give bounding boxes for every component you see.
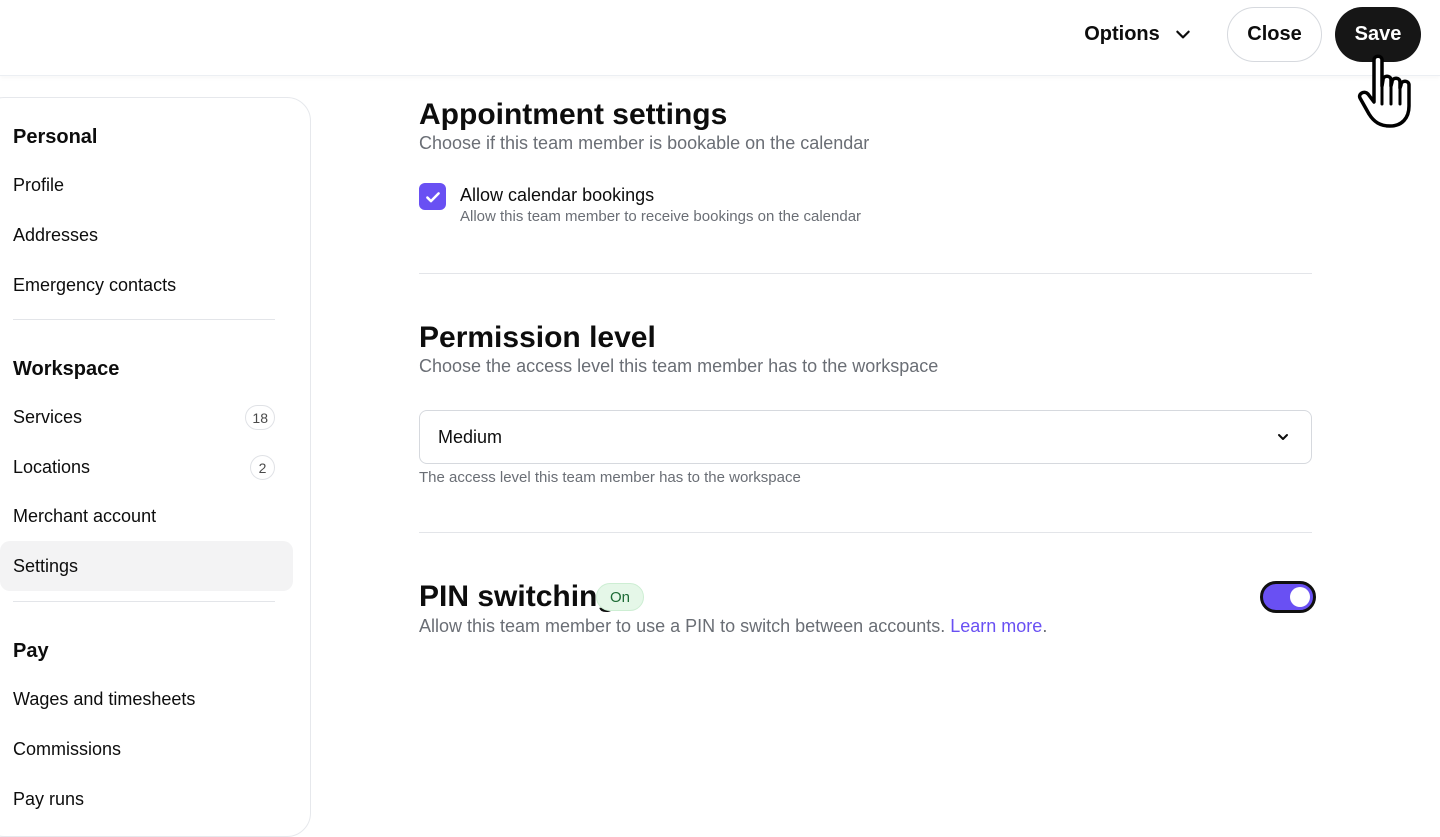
top-bar: Options Close Save: [0, 0, 1440, 76]
sidebar-item-addresses[interactable]: Addresses: [0, 210, 293, 260]
chevron-down-icon: [1176, 30, 1190, 39]
sidebar-item-label: Settings: [13, 555, 79, 576]
sidebar-item-merchant-account[interactable]: Merchant account: [0, 491, 293, 541]
checkbox-label[interactable]: Allow calendar bookings: [460, 185, 654, 206]
select-help-text: The access level this team member has to…: [419, 469, 801, 486]
sidebar-item-services[interactable]: Services 18: [0, 392, 293, 442]
sidebar-item-label: Profile: [13, 174, 65, 195]
sidebar-item-label: Wages and timesheets: [13, 688, 196, 709]
select-value: Medium: [438, 426, 503, 447]
appointment-settings-subtitle: Choose if this team member is bookable o…: [419, 133, 870, 153]
permission-level-select[interactable]: Medium: [419, 410, 1312, 464]
sidebar-item-pay-runs[interactable]: Pay runs: [0, 774, 293, 824]
sidebar-item-profile[interactable]: Profile: [0, 160, 293, 210]
link-suffix: .: [1042, 616, 1048, 636]
sidebar-item-label: Commissions: [13, 738, 122, 759]
sidebar-item-label: Merchant account: [13, 505, 157, 526]
section-heading-pay: Pay: [13, 640, 49, 662]
sidebar-item-label: Addresses: [13, 224, 99, 245]
count-badge: 18: [245, 405, 275, 430]
section-heading-workspace: Workspace: [13, 358, 120, 380]
appointment-settings-title: Appointment settings: [419, 98, 728, 131]
chevron-down-icon: [1278, 434, 1288, 440]
options-button[interactable]: Options: [1070, 10, 1206, 58]
sidebar-item-label: Locations: [13, 456, 91, 477]
status-badge: On: [596, 583, 645, 611]
section-divider: [419, 532, 1312, 533]
permission-level-subtitle: Choose the access level this team member…: [419, 356, 939, 376]
save-button[interactable]: Save: [1335, 7, 1421, 62]
pin-switching-toggle[interactable]: [1260, 581, 1316, 613]
sidebar-item-settings[interactable]: Settings: [0, 541, 293, 591]
section-heading-personal: Personal: [13, 126, 98, 148]
sidebar-item-label: Pay runs: [13, 788, 85, 809]
count-badge: 2: [250, 455, 275, 480]
sidebar-item-commissions[interactable]: Commissions: [0, 724, 293, 774]
permission-level-title: Permission level: [419, 321, 656, 354]
pin-switching-description: Allow this team member to use a PIN to s…: [419, 616, 1047, 637]
options-label: Options: [1084, 22, 1160, 45]
pin-switching-title: PIN switching: [419, 580, 616, 613]
close-button[interactable]: Close: [1227, 7, 1322, 62]
sidebar-item-locations[interactable]: Locations 2: [0, 442, 293, 492]
sidebar-item-label: Services: [13, 406, 83, 427]
checkmark-icon: [425, 191, 440, 202]
pin-description-text: Allow this team member to use a PIN to s…: [419, 616, 951, 636]
section-divider: [419, 273, 1312, 274]
sidebar-item-wages-and-timesheets[interactable]: Wages and timesheets: [0, 674, 293, 724]
toggle-knob: [1290, 587, 1310, 607]
sidebar-item-label: Emergency contacts: [13, 274, 177, 295]
sidebar-divider: [13, 601, 275, 602]
sidebar-divider: [13, 319, 275, 320]
allow-calendar-bookings-checkbox[interactable]: [419, 183, 446, 210]
checkbox-help-text: Allow this team member to receive bookin…: [460, 208, 862, 225]
sidebar-item-emergency-contacts[interactable]: Emergency contacts: [0, 260, 293, 310]
learn-more-link[interactable]: Learn more: [950, 616, 1042, 636]
